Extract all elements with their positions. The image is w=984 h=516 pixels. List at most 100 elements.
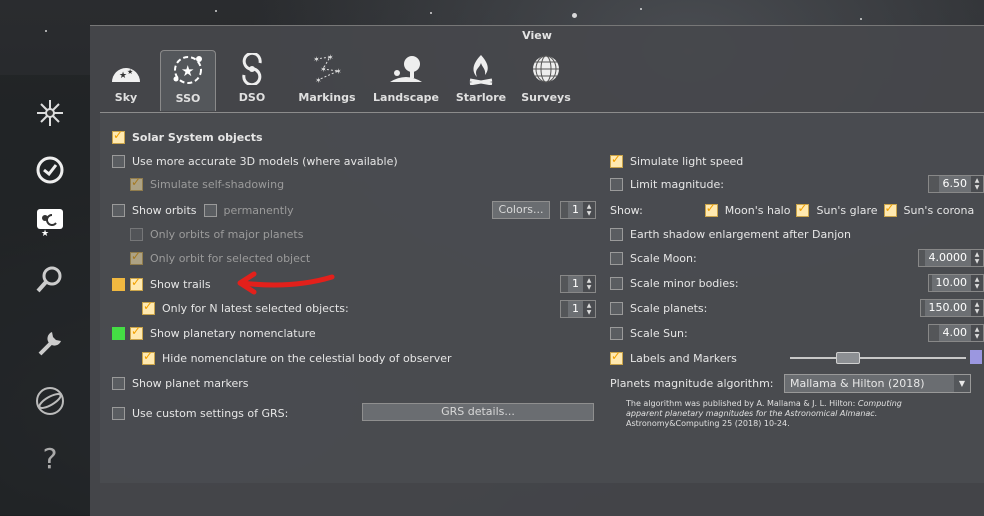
scale-moon-checkbox[interactable]: Scale Moon: — [610, 250, 697, 266]
labels-color-swatch[interactable] — [970, 350, 982, 364]
tab-markings[interactable]: ✶ ✶ ✶ ✶ ✶ Markings — [292, 50, 362, 110]
scale-sun-checkbox[interactable]: Scale Sun: — [610, 325, 688, 341]
suns-glare-checkbox[interactable] — [796, 201, 810, 217]
orbits-spinbox[interactable]: 1 ▲ ▼ — [560, 201, 596, 219]
star — [572, 13, 577, 18]
spin-value: 6.50 — [938, 176, 971, 192]
self-shadowing-checkbox[interactable]: Simulate self-shadowing — [130, 175, 284, 192]
slider-handle[interactable] — [836, 352, 861, 364]
checkbox[interactable] — [610, 349, 623, 365]
limit-magnitude-spinbox[interactable]: 6.50 ▲ ▼ — [928, 175, 984, 193]
tab-surveys[interactable]: Surveys — [516, 50, 576, 110]
checkbox-label: Only orbits of major planets — [150, 227, 304, 241]
checkbox[interactable] — [610, 227, 623, 241]
checkbox[interactable] — [610, 276, 623, 290]
star — [430, 12, 432, 14]
suns-corona-checkbox[interactable] — [883, 201, 897, 217]
orbits-major-checkbox[interactable]: Only orbits of major planets — [130, 226, 303, 242]
checkbox-label: permanently — [223, 203, 294, 217]
wrench-icon[interactable] — [32, 325, 68, 361]
checkbox[interactable] — [610, 177, 623, 191]
permanently-checkbox[interactable] — [203, 203, 217, 217]
limit-magnitude-checkbox[interactable]: Limit magnitude: — [610, 176, 724, 192]
show-options-row: Show: Moon's halo Sun's glare Sun's coro… — [610, 201, 974, 218]
search-icon[interactable] — [32, 261, 68, 297]
checkbox-label: Use more accurate 3D models (where avail… — [132, 154, 398, 168]
custom-grs-checkbox[interactable]: Use custom settings of GRS: — [112, 405, 288, 421]
checkbox[interactable] — [130, 175, 143, 191]
trails-color-swatch[interactable] — [112, 277, 125, 291]
checkbox[interactable] — [112, 376, 125, 390]
solar-system-objects-checkbox[interactable]: Solar System objects — [112, 128, 263, 145]
nomenclature-checkbox[interactable]: Show planetary nomenclature — [112, 324, 316, 341]
checkbox[interactable] — [130, 249, 143, 265]
scale-planets-spinbox[interactable]: 150.00 ▲ ▼ — [920, 299, 984, 317]
checkbox-label: Scale planets: — [630, 301, 708, 315]
location-icon[interactable] — [32, 95, 68, 131]
telescope-icon[interactable] — [32, 383, 68, 419]
trails-latest-checkbox[interactable]: Only for N latest selected objects: — [142, 299, 349, 316]
trails-spinbox[interactable]: 1 ▲ ▼ — [560, 275, 596, 293]
checkbox[interactable] — [112, 406, 125, 420]
checkbox[interactable] — [112, 203, 125, 217]
use-3d-models-checkbox[interactable]: Use more accurate 3D models (where avail… — [112, 153, 398, 169]
tab-label: Starlore — [455, 91, 507, 104]
nomenclature-color-swatch[interactable] — [112, 326, 125, 340]
scale-moon-spinbox[interactable]: 4.0000 ▲ ▼ — [918, 249, 984, 267]
spin-arrows[interactable]: ▲ ▼ — [971, 300, 983, 316]
spin-value: 150.00 — [924, 300, 971, 316]
checkbox[interactable] — [610, 152, 623, 168]
algorithm-select[interactable]: Mallama & Hilton (2018) ▼ — [784, 374, 971, 393]
latest-spinbox[interactable]: 1 ▲ ▼ — [560, 300, 596, 318]
tab-dso[interactable]: DSO — [226, 50, 278, 110]
earth-shadow-checkbox[interactable]: Earth shadow enlargement after Danjon — [610, 226, 851, 242]
hide-nomenclature-checkbox[interactable]: Hide nomenclature on the celestial body … — [142, 349, 452, 366]
spin-arrows[interactable]: ▲ ▼ — [583, 202, 595, 218]
light-speed-checkbox[interactable]: Simulate light speed — [610, 152, 743, 169]
checkbox[interactable] — [610, 251, 623, 265]
tab-label: DSO — [238, 91, 266, 104]
scale-planets-checkbox[interactable]: Scale planets: — [610, 300, 707, 316]
starlore-icon — [452, 50, 510, 88]
clock-icon[interactable] — [32, 152, 68, 188]
scale-sun-spinbox[interactable]: 4.00 ▲ ▼ — [928, 324, 984, 342]
spin-arrows[interactable]: ▲ ▼ — [971, 275, 983, 291]
help-icon[interactable]: ? — [32, 440, 68, 476]
orbit-selected-checkbox[interactable]: Only orbit for selected object — [130, 249, 310, 266]
checkbox-label: Show trails — [150, 277, 211, 291]
spin-arrows[interactable]: ▲ ▼ — [583, 276, 595, 292]
labels-markers-slider[interactable] — [790, 357, 966, 359]
annotation-arrow — [237, 271, 335, 295]
chevron-down-icon[interactable]: ▼ — [954, 375, 970, 392]
grs-details-button[interactable]: GRS details... — [362, 403, 594, 421]
checkbox[interactable] — [112, 128, 125, 144]
checkbox[interactable] — [142, 299, 155, 315]
checkbox[interactable] — [130, 275, 143, 291]
tab-sky[interactable]: ★ ★ Sky — [102, 50, 150, 110]
star — [640, 8, 642, 10]
moons-halo-checkbox[interactable] — [704, 201, 718, 217]
planet-markers-checkbox[interactable]: Show planet markers — [112, 375, 248, 391]
checkbox[interactable] — [610, 326, 623, 340]
checkbox[interactable] — [130, 324, 143, 340]
spin-arrows[interactable]: ▲ ▼ — [971, 325, 983, 341]
tab-starlore[interactable]: Starlore — [452, 50, 510, 110]
view-icon[interactable]: ★ — [32, 203, 68, 239]
checkbox[interactable] — [130, 227, 143, 241]
spin-arrows[interactable]: ▲ ▼ — [971, 250, 983, 266]
checkbox[interactable] — [142, 349, 155, 365]
checkbox-label: Scale Moon: — [630, 251, 697, 265]
sso-icon: ★ — [161, 51, 215, 89]
colors-button[interactable]: Colors... — [492, 201, 550, 219]
tab-landscape[interactable]: Landscape — [366, 50, 446, 110]
show-trails-checkbox[interactable]: Show trails — [112, 275, 211, 292]
spin-arrows[interactable]: ▲ ▼ — [583, 301, 595, 317]
scale-minor-checkbox[interactable]: Scale minor bodies: — [610, 275, 739, 291]
labels-markers-checkbox[interactable]: Labels and Markers — [610, 349, 737, 366]
checkbox[interactable] — [610, 301, 623, 315]
scale-minor-spinbox[interactable]: 10.00 ▲ ▼ — [928, 274, 984, 292]
show-orbits-checkbox[interactable]: Show orbits permanently — [112, 202, 294, 218]
spin-arrows[interactable]: ▲ ▼ — [971, 176, 983, 192]
tab-sso[interactable]: ★ SSO — [160, 50, 216, 111]
checkbox[interactable] — [112, 154, 125, 168]
